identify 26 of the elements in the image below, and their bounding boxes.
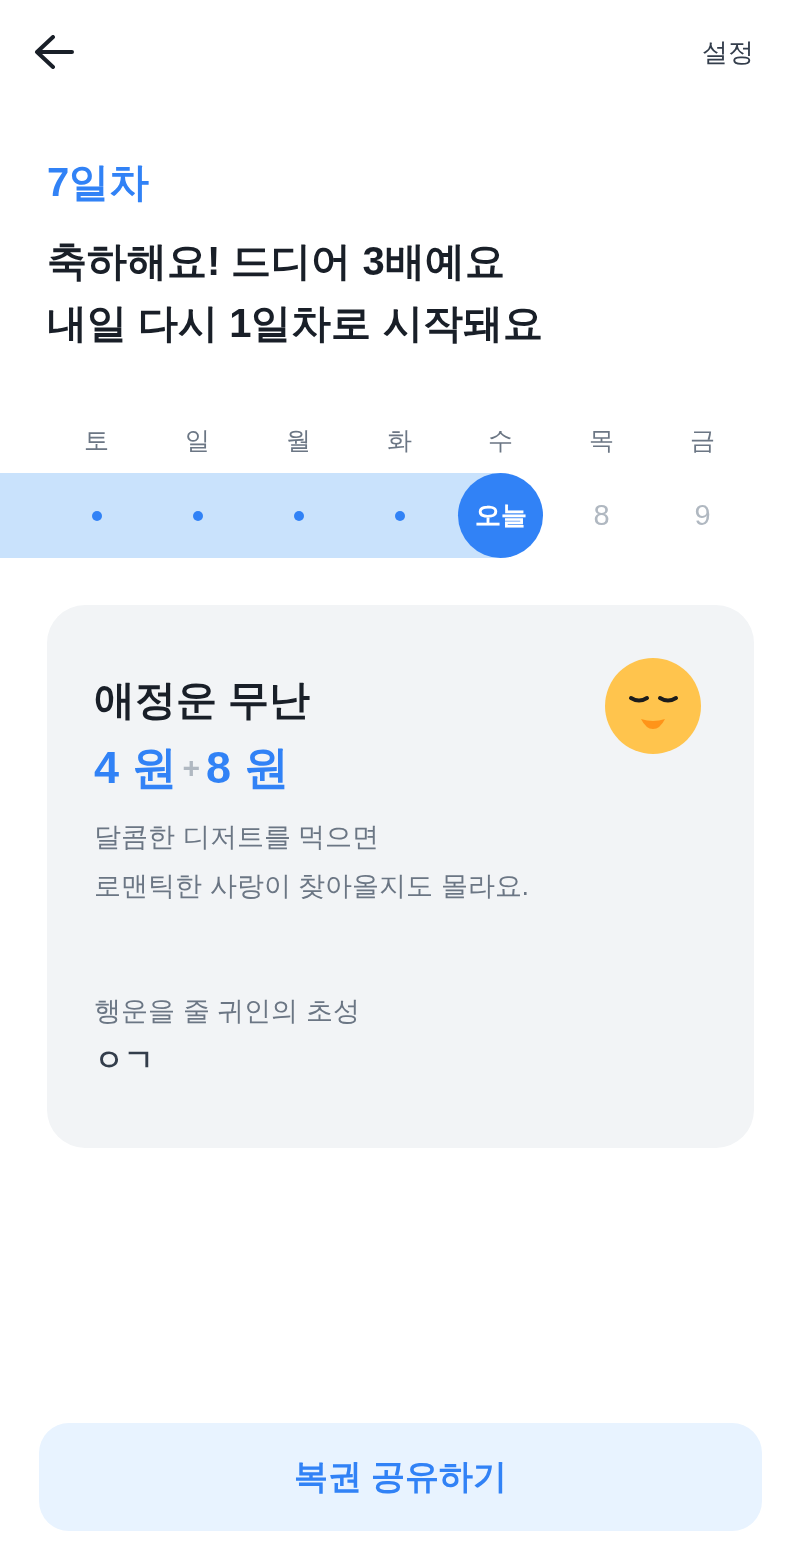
done-dot-icon <box>394 510 405 521</box>
weekday-label: 화 <box>387 425 412 455</box>
bonus-amount: 8 원 <box>206 742 289 794</box>
plus-sign: + <box>182 750 201 786</box>
done-dot-icon <box>192 510 203 521</box>
back-arrow-icon <box>34 35 74 69</box>
sleepy-face-icon <box>605 658 701 754</box>
weekday-label: 일 <box>185 425 210 455</box>
initials-text: ㅇㄱ <box>94 1042 154 1078</box>
done-dot-icon <box>293 510 304 521</box>
headline: 축하해요! 드디어 3배예요 내일 다시 1일차로 시작돼요 <box>47 238 543 347</box>
day-number: 8 <box>593 499 610 532</box>
weekday-label: 목 <box>589 425 614 455</box>
weekday-label: 월 <box>286 425 311 455</box>
day-number: 9 <box>694 499 711 532</box>
weekday-label: 금 <box>690 425 715 455</box>
streak-day-label: 7일차 <box>47 159 150 206</box>
base-amount: 4 원 <box>94 742 177 794</box>
fortune-description: 달콤한 디저트를 먹으면 로맨틱한 사랑이 찾아올지도 몰라요. <box>94 821 529 903</box>
back-button[interactable] <box>34 35 74 69</box>
weekday-label: 토 <box>84 425 109 455</box>
settings-link[interactable]: 설정 <box>702 34 754 70</box>
fortune-title: 애정운 무난 <box>94 676 311 725</box>
weekday-label: 수 <box>488 425 513 455</box>
hint-label: 행운을 줄 귀인의 초성 <box>94 995 360 1028</box>
done-dot-icon <box>91 510 102 521</box>
